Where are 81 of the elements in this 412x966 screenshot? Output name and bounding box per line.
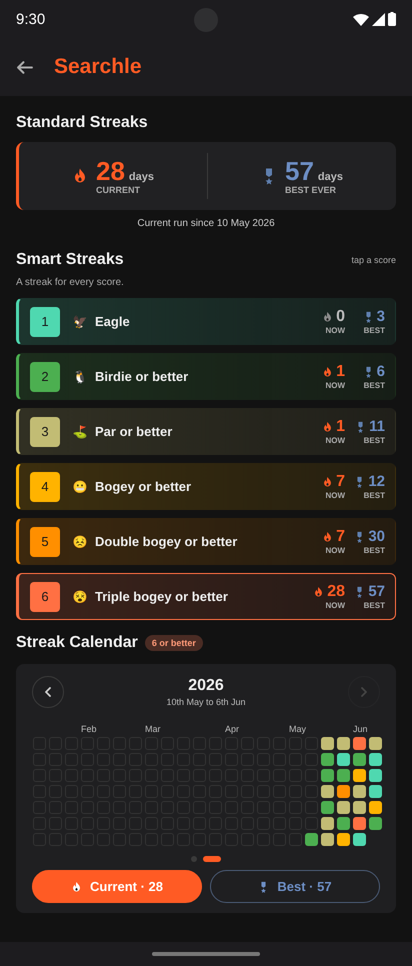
stat-label: NOW [325,491,345,500]
emoji: ⛳ [72,424,88,438]
emoji: 🐧 [72,370,88,384]
unit-label: days [318,171,343,183]
stat-label: NOW [325,546,345,555]
best-count: 3 [376,308,385,326]
score-number: 5 [30,526,60,556]
month-label: May [289,724,306,734]
score-number: 6 [30,582,60,612]
score-name: Eagle [95,314,131,329]
calendar-year: 2026 [188,677,224,695]
chevron-right-icon [360,687,368,697]
score-name: Birdie or better [95,369,190,384]
streak-row[interactable]: 4 😬 Bogey or better 7 NOW 12 BEST [16,463,396,510]
best-count: 12 [368,473,385,491]
stat-label: BEST [364,546,385,555]
page-indicator[interactable] [203,856,221,862]
month-label: Jun [353,724,368,734]
score-name: Triple bogey or better [95,589,229,604]
best-count: 11 [369,418,385,436]
flame-icon [71,880,82,892]
streak-count: 57 [285,157,314,185]
month-label: Feb [81,724,97,734]
month-label: Mar [145,724,160,734]
signal-icon [372,12,385,26]
stat-label: BEST [364,381,385,390]
previous-button[interactable] [32,676,64,708]
stat-label: NOW [325,436,345,445]
score-name: Bogey or better [95,479,192,494]
caption: Current run since 10 May 2026 [136,218,276,229]
best-count: 6 [376,363,385,381]
score-name: Par or better [95,424,174,439]
emoji: 😬 [72,480,88,494]
filter-badge: 6 or better [144,635,203,651]
stat-label: NOW [325,381,345,390]
wifi-icon [353,12,369,26]
emoji: 🦅 [72,314,88,328]
streak-row[interactable]: 6 😵 Triple bogey or better 28 NOW 57 BEST [16,573,396,620]
streak-count: 28 [96,157,125,185]
section-title: Streak Calendar [16,634,138,652]
emoji: 😣 [72,534,88,548]
section-title: Standard Streaks [16,114,149,132]
back-arrow-icon [16,60,34,74]
best-count: 57 [368,583,385,601]
unit-label: days [128,171,154,183]
stat-label: NOW [325,601,345,610]
streak-row[interactable]: 3 ⛳ Par or better 1 NOW 11 BEST [16,408,396,455]
app-title: Searchle [54,55,142,79]
stat-label: BEST [364,601,385,610]
stat-label: BEST [364,326,385,335]
streak-toggle[interactable]: Best · 57 [210,870,380,903]
stat-label: BEST [364,491,385,500]
current-count: 1 [336,418,345,436]
score-number: 2 [30,362,60,392]
clock-time: 9:30 [16,10,46,28]
current-count: 28 [327,583,345,601]
stat-label: BEST [364,436,385,445]
hint-text: tap a score [351,255,396,265]
emoji: 😵 [72,590,88,604]
battery-icon [388,12,396,26]
score-name: Double bogey or better [95,534,238,549]
score-number: 4 [30,472,60,502]
streak-row[interactable]: 5 😣 Double bogey or better 7 NOW 30 BEST [16,518,396,565]
current-count: 7 [336,528,345,546]
chevron-left-icon [44,687,52,697]
current-count: 7 [336,473,345,491]
current-count: 0 [336,308,345,326]
current-count: 1 [336,363,345,381]
subtitle: A streak for every score. [16,277,125,288]
stat-label: NOW [325,326,345,335]
streak-row[interactable]: 1 🦅 Eagle 0 NOW 3 BEST [16,298,396,345]
stat-label: CURRENT [96,185,141,195]
flame-icon [72,167,88,185]
best-count: 30 [368,528,385,546]
date-range: 10th May to 6th Jun [166,697,246,707]
section-title: Smart Streaks [16,251,124,269]
score-number: 1 [30,306,60,336]
streak-row[interactable]: 2 🐧 Birdie or better 1 NOW 6 BEST [16,353,396,400]
score-number: 3 [30,416,60,446]
stat-label: BEST EVER [285,185,338,195]
month-label: Apr [225,724,240,734]
